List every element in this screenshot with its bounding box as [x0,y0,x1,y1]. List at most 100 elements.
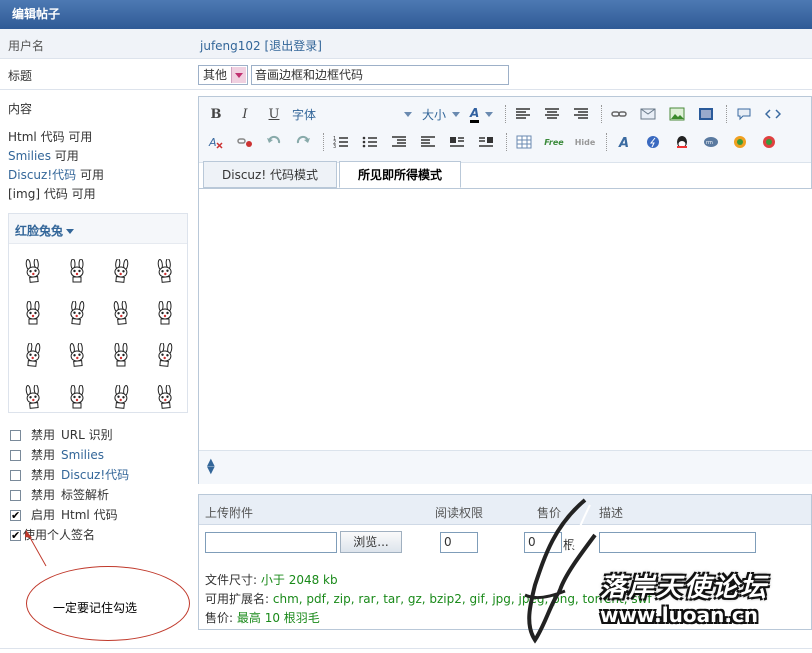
smiley-item[interactable] [55,250,99,292]
checkbox[interactable] [10,489,21,501]
option-disable-discuz[interactable]: 禁用 Discuz!代码 [10,465,129,485]
editor-mode-tabs: Discuz! 代码模式 所见即所得模式 [203,161,463,188]
smiley-item[interactable] [143,292,187,334]
option-disable-url[interactable]: 禁用 URL 识别 [10,425,129,445]
smiley-item[interactable] [55,376,99,418]
checkbox[interactable] [10,526,21,546]
float-left-icon[interactable] [446,131,468,153]
font-family-dropdown[interactable]: 字体 [292,106,412,123]
redo-icon[interactable] [292,131,314,153]
rabbit-smiley-icon [26,343,41,367]
category-select[interactable]: 其他 [198,65,248,85]
annotation-text: 一定要记住勾选 [53,601,138,615]
site-watermark: 落岸天使论坛 www.luoan.cn [505,495,812,645]
toolbar-separator [606,133,607,151]
hide-icon[interactable]: Hide [573,131,597,153]
username-row: 用户名 jufeng102 [退出登录] [0,29,812,59]
media-icon[interactable] [695,103,717,125]
smiley-item[interactable] [55,292,99,334]
smiley-item[interactable] [143,334,187,376]
image-icon[interactable] [666,103,688,125]
wmv-icon[interactable] [758,131,780,153]
float-right-icon[interactable] [475,131,497,153]
content-label: 内容 [8,102,33,116]
indent-icon[interactable] [417,131,439,153]
smiley-item[interactable] [99,334,143,376]
smiley-item[interactable] [143,376,187,418]
editor-toolbar: B I U 字体 大小 A A 123 Free Hide A rm [199,97,811,163]
quote-icon[interactable] [733,103,755,125]
flash-icon[interactable] [642,131,664,153]
page-title: 编辑帖子 [0,0,812,29]
checkbox[interactable] [10,469,21,481]
font-color-dropdown[interactable]: A [470,106,494,123]
option-disable-tags[interactable]: 禁用 标签解析 [10,485,129,505]
smiley-item[interactable] [99,376,143,418]
link-icon[interactable] [608,103,630,125]
post-editor: B I U 字体 大小 A A 123 Free Hide A rm Discu… [198,96,812,484]
rabbit-smiley-icon [113,301,128,325]
smiley-item[interactable] [11,334,55,376]
option-disable-smilies[interactable]: 禁用 Smilies [10,445,129,465]
realmedia-icon[interactable]: rm [700,131,722,153]
table-icon[interactable] [513,131,535,153]
wma-icon[interactable] [729,131,751,153]
editor-content-area[interactable] [199,188,812,450]
permission-input[interactable]: 0 [440,532,478,553]
email-icon[interactable] [637,103,659,125]
font-size-dropdown[interactable]: 大小 [422,106,461,123]
toolbar-separator [323,133,324,151]
checkbox[interactable] [10,506,21,526]
smiley-item[interactable] [11,376,55,418]
font-style-icon[interactable]: A [613,131,635,153]
browse-button[interactable]: 浏览... [340,531,402,553]
smiley-set-selector[interactable]: 红脸兔兔 [9,214,187,244]
toolbar-separator [601,105,603,123]
svg-text:A: A [208,136,217,149]
align-right-icon[interactable] [570,103,592,125]
tab-discuz-code[interactable]: Discuz! 代码模式 [203,161,337,188]
smiley-item[interactable] [11,292,55,334]
free-icon[interactable]: Free [542,131,566,153]
rabbit-smiley-icon [114,259,129,283]
annotation-arrow [25,530,47,567]
remove-format-icon[interactable]: A [205,131,227,153]
ordered-list-icon[interactable]: 123 [330,131,352,153]
qq-icon[interactable] [671,131,693,153]
bold-button[interactable]: B [205,103,227,125]
undo-icon[interactable] [263,131,285,153]
title-input[interactable]: 音画边框和边框代码 [251,65,509,85]
option-enable-html[interactable]: 启用Html 代码 [10,505,129,526]
file-path-input[interactable] [205,532,337,553]
logout-link[interactable]: 退出登录 [269,39,317,53]
unordered-list-icon[interactable] [359,131,381,153]
smiley-item[interactable] [99,292,143,334]
smiley-item[interactable] [143,250,187,292]
italic-button[interactable]: I [234,103,256,125]
rabbit-smiley-icon [25,385,40,409]
rabbit-smiley-icon [114,343,128,367]
toolbar-separator [505,105,507,123]
toolbar-separator [726,105,728,123]
annotation-ellipse: 一定要记住勾选 [26,566,190,641]
unlink-icon[interactable] [234,131,256,153]
chevron-down-icon [66,229,75,234]
toolbar-separator [506,133,507,151]
code-icon[interactable] [762,103,784,125]
smiley-item[interactable] [55,334,99,376]
align-center-icon[interactable] [541,103,563,125]
outdent-icon[interactable] [388,131,410,153]
underline-button[interactable]: U [263,103,285,125]
svg-text:rm: rm [706,140,713,146]
rabbit-smiley-icon [157,259,172,283]
smiley-item[interactable] [99,250,143,292]
checkbox[interactable] [10,429,21,441]
resize-handle-icon[interactable]: ▲ ▼ [207,458,215,476]
smiley-item[interactable] [11,250,55,292]
chevron-down-icon [404,111,412,117]
align-left-icon[interactable] [512,103,534,125]
rabbit-smiley-icon [70,301,85,325]
rabbit-smiley-icon [158,301,172,325]
checkbox[interactable] [10,449,21,461]
tab-wysiwyg[interactable]: 所见即所得模式 [338,161,461,188]
